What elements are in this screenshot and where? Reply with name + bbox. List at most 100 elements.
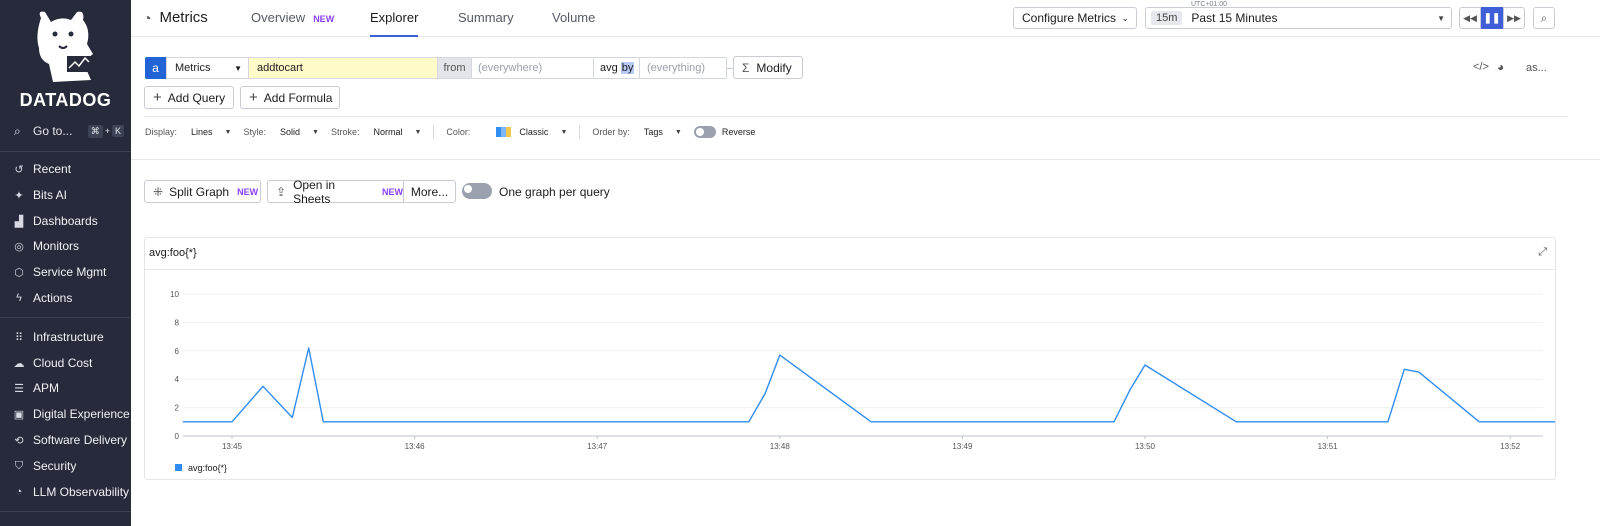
one-graph-per-query-toggle[interactable] [462,183,492,199]
sidebar-item-apm[interactable]: ☰ APM [12,378,59,398]
pause-button[interactable]: ❚❚ [1481,7,1503,29]
sidebar-item-software-delivery[interactable]: ⟲ Software Delivery [12,430,127,450]
split-graph-button[interactable]: ⁜ Split Graph NEW [144,180,261,203]
datadog-logo[interactable]: DATADOG [0,6,131,110]
sidebar-item-service-mgmt[interactable]: ⬡ Service Mgmt [12,262,106,282]
rewind-icon: ◀◀ [1463,12,1477,23]
x-tick-label: 13:48 [770,442,791,451]
add-formula-button[interactable]: + Add Formula [240,86,340,109]
reverse-toggle[interactable] [693,126,716,138]
x-tick-label: 13:46 [405,442,426,451]
zoom-icon: ⌕ [1540,10,1548,25]
sigma-icon: Σ [742,60,750,75]
code-icon[interactable]: </> [1473,61,1489,73]
caret-down-icon: ▼ [560,128,568,136]
sidebar-item-monitors[interactable]: ◎ Monitors [12,236,79,256]
caret-down-icon: ▼ [224,128,232,136]
chevron-down-icon: ⌄ [1121,12,1129,23]
from-input[interactable]: (everywhere) [471,57,594,79]
plus-icon: + [153,89,162,106]
infrastructure-icon: ⠿ [14,331,24,344]
sidebar-item-digital-experience[interactable]: ▣ Digital Experience [12,404,130,424]
tab-summary[interactable]: Summary [458,10,514,37]
y-tick-label: 10 [170,290,179,299]
sidebar-item-cloud-cost[interactable]: ☁ Cloud Cost [12,353,93,373]
sidebar-item-security[interactable]: ⛉ Security [12,456,76,476]
sidebar-item-llm-observability[interactable]: ◔ LLM Observability [12,482,129,502]
palette-icon[interactable]: ◕ [1497,60,1504,74]
sidebar-item-recent[interactable]: ↺ Recent [12,159,71,179]
configure-metrics-button[interactable]: Configure Metrics ⌄ [1013,7,1137,29]
gauge-icon: ◔ [143,9,152,26]
chart-card: avg:foo{*} ⤢ 0 2 4 6 8 10 13:45 13:46 13:47 13:48… [144,237,1556,480]
y-tick-label: 8 [175,318,180,327]
more-button[interactable]: More... [403,180,456,203]
service-icon: ⬡ [14,266,24,279]
nav-divider [0,317,131,318]
order-select[interactable]: Tags [644,127,663,137]
search-icon: ⌕ [14,123,21,138]
stroke-select[interactable]: Normal [373,127,402,137]
separator [433,125,435,139]
color-select[interactable]: Classic [519,127,548,137]
sidebar-item-dashboards[interactable]: ▟ Dashboards [12,211,98,231]
separator [579,125,581,139]
divider [131,159,1600,160]
bolt-icon: ϟ [16,292,22,304]
source-select[interactable]: Metrics ▼ [166,57,249,79]
display-select[interactable]: Lines [191,127,213,137]
open-in-sheets-button[interactable]: ⇪ Open in Sheets NEW [267,178,404,206]
group-by-input[interactable]: (everything) [639,57,727,79]
goto-label: Go to... [33,124,73,138]
sidebar-item-infrastructure[interactable]: ⠿ Infrastructure [12,327,104,347]
x-tick-label: 13:45 [222,442,243,451]
rewind-button[interactable]: ◀◀ [1459,7,1481,29]
caret-down-icon: ▼ [414,128,422,136]
software-delivery-icon: ⟲ [14,434,24,447]
x-tick-label: 13:52 [1500,442,1521,451]
shield-icon: ⛉ [14,459,24,472]
caret-down-icon: ▼ [674,128,682,136]
forward-button[interactable]: ▶▶ [1503,7,1525,29]
plus-icon: + [249,89,258,106]
caret-down-icon: ▼ [1437,13,1445,23]
caret-down-icon: ▼ [234,63,242,73]
legend-swatch [175,464,182,471]
split-icon: ⁜ [153,184,164,199]
tab-volume[interactable]: Volume [552,10,595,37]
time-range-selector[interactable]: 15m Past 15 Minutes ▼ [1145,7,1452,29]
logo-text: DATADOG [19,90,112,110]
x-tick-label: 13:49 [952,442,973,451]
tab-overview[interactable]: Overview NEW [251,10,334,37]
as-label[interactable]: as... [1526,62,1547,74]
modify-button[interactable]: Σ Modify [733,56,803,79]
time-chip: 15m [1151,11,1183,25]
monitor-icon: ◎ [14,240,24,253]
nav-divider [0,151,131,152]
cloud-icon: ☁ [13,357,25,370]
from-label: from [437,57,472,79]
style-select[interactable]: Solid [280,127,300,137]
y-tick-label: 2 [175,404,180,413]
y-tick-label: 6 [175,347,180,356]
datadog-dog-icon [37,11,93,83]
caret-down-icon: ▼ [312,128,319,136]
goto-shortcut: ⌘ + K [87,124,124,138]
aggregation-select[interactable]: avg by [593,57,640,79]
line-chart[interactable]: 0 2 4 6 8 10 13:45 13:46 13:47 13:48 13:49 13:50 13:… [145,238,1555,479]
sparkle-icon: ✦ [14,189,24,202]
query-letter[interactable]: a [145,57,166,79]
goto-button[interactable]: ⌕ Go to... ⌘ + K [14,123,124,139]
nav-divider [0,511,131,512]
zoom-button[interactable]: ⌕ [1533,7,1555,29]
add-query-button[interactable]: + Add Query [144,86,234,109]
sidebar-item-actions[interactable]: ϟ Actions [12,288,72,308]
new-badge: NEW [382,186,403,197]
x-tick-label: 13:50 [1135,442,1156,451]
metric-name-input[interactable]: addtocart [248,57,438,79]
tab-explorer[interactable]: Explorer [370,10,419,37]
forward-icon: ▶▶ [1507,12,1521,23]
sidebar-item-bits-ai[interactable]: ✦ Bits AI [12,185,67,205]
divider [144,116,1568,117]
time-range-label: Past 15 Minutes [1191,11,1278,25]
